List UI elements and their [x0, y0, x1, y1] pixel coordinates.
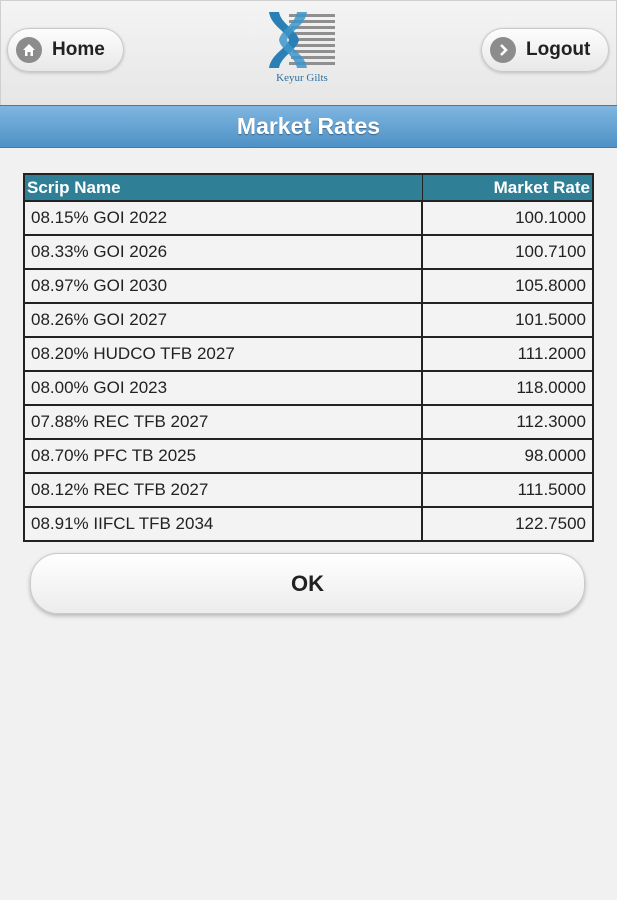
- market-rate-cell: 122.7500: [421, 506, 594, 542]
- scrip-name-cell: 08.91% IIFCL TFB 2034: [23, 506, 423, 542]
- column-header-market-rate: Market Rate: [421, 173, 594, 202]
- scrip-name-cell: 08.12% REC TFB 2027: [23, 472, 423, 508]
- scrip-name-cell: 08.33% GOI 2026: [23, 234, 423, 270]
- home-icon: [16, 37, 42, 63]
- logout-button-label: Logout: [526, 39, 591, 60]
- table-row: 08.15% GOI 2022 100.1000: [23, 200, 594, 236]
- page-title-bar: Market Rates: [0, 105, 617, 148]
- ok-button[interactable]: OK: [30, 553, 585, 614]
- scrip-name-cell: 07.88% REC TFB 2027: [23, 404, 423, 440]
- home-button-label: Home: [52, 39, 105, 60]
- market-rate-cell: 100.7100: [421, 234, 594, 270]
- market-rate-cell: 100.1000: [421, 200, 594, 236]
- market-rate-cell: 118.0000: [421, 370, 594, 406]
- table-row: 08.70% PFC TB 2025 98.0000: [23, 438, 594, 474]
- column-header-scrip-name: Scrip Name: [23, 173, 423, 202]
- table-row: 08.33% GOI 2026 100.7100: [23, 234, 594, 270]
- market-rate-cell: 98.0000: [421, 438, 594, 474]
- market-rate-cell: 101.5000: [421, 302, 594, 338]
- market-rate-cell: 111.2000: [421, 336, 594, 372]
- market-rate-cell: 112.3000: [421, 404, 594, 440]
- table-row: 08.91% IIFCL TFB 2034 122.7500: [23, 506, 594, 542]
- logo-mark-icon: [269, 12, 335, 68]
- scrip-name-cell: 08.20% HUDCO TFB 2027: [23, 336, 423, 372]
- market-rates-table: Scrip Name Market Rate 08.15% GOI 2022 1…: [23, 173, 594, 542]
- home-button[interactable]: Home: [7, 28, 124, 72]
- table-row: 07.88% REC TFB 2027 112.3000: [23, 404, 594, 440]
- market-rate-cell: 105.8000: [421, 268, 594, 304]
- scrip-name-cell: 08.15% GOI 2022: [23, 200, 423, 236]
- ok-button-label: OK: [291, 570, 324, 596]
- table-row: 08.97% GOI 2030 105.8000: [23, 268, 594, 304]
- scrip-name-cell: 08.70% PFC TB 2025: [23, 438, 423, 474]
- scrip-name-cell: 08.97% GOI 2030: [23, 268, 423, 304]
- table-header-row: Scrip Name Market Rate: [23, 173, 594, 202]
- app-header: Home Keyur Gilts Logout: [0, 0, 617, 105]
- table-row: 08.26% GOI 2027 101.5000: [23, 302, 594, 338]
- arrow-right-icon: [490, 37, 516, 63]
- logout-button[interactable]: Logout: [481, 28, 609, 72]
- page-title: Market Rates: [236, 113, 381, 139]
- logo-text: Keyur Gilts: [276, 72, 328, 84]
- scrip-name-cell: 08.00% GOI 2023: [23, 370, 423, 406]
- table-row: 08.00% GOI 2023 118.0000: [23, 370, 594, 406]
- market-rate-cell: 111.5000: [421, 472, 594, 508]
- keyur-gilts-logo: Keyur Gilts: [267, 10, 337, 90]
- table-row: 08.12% REC TFB 2027 111.5000: [23, 472, 594, 508]
- table-row: 08.20% HUDCO TFB 2027 111.2000: [23, 336, 594, 372]
- scrip-name-cell: 08.26% GOI 2027: [23, 302, 423, 338]
